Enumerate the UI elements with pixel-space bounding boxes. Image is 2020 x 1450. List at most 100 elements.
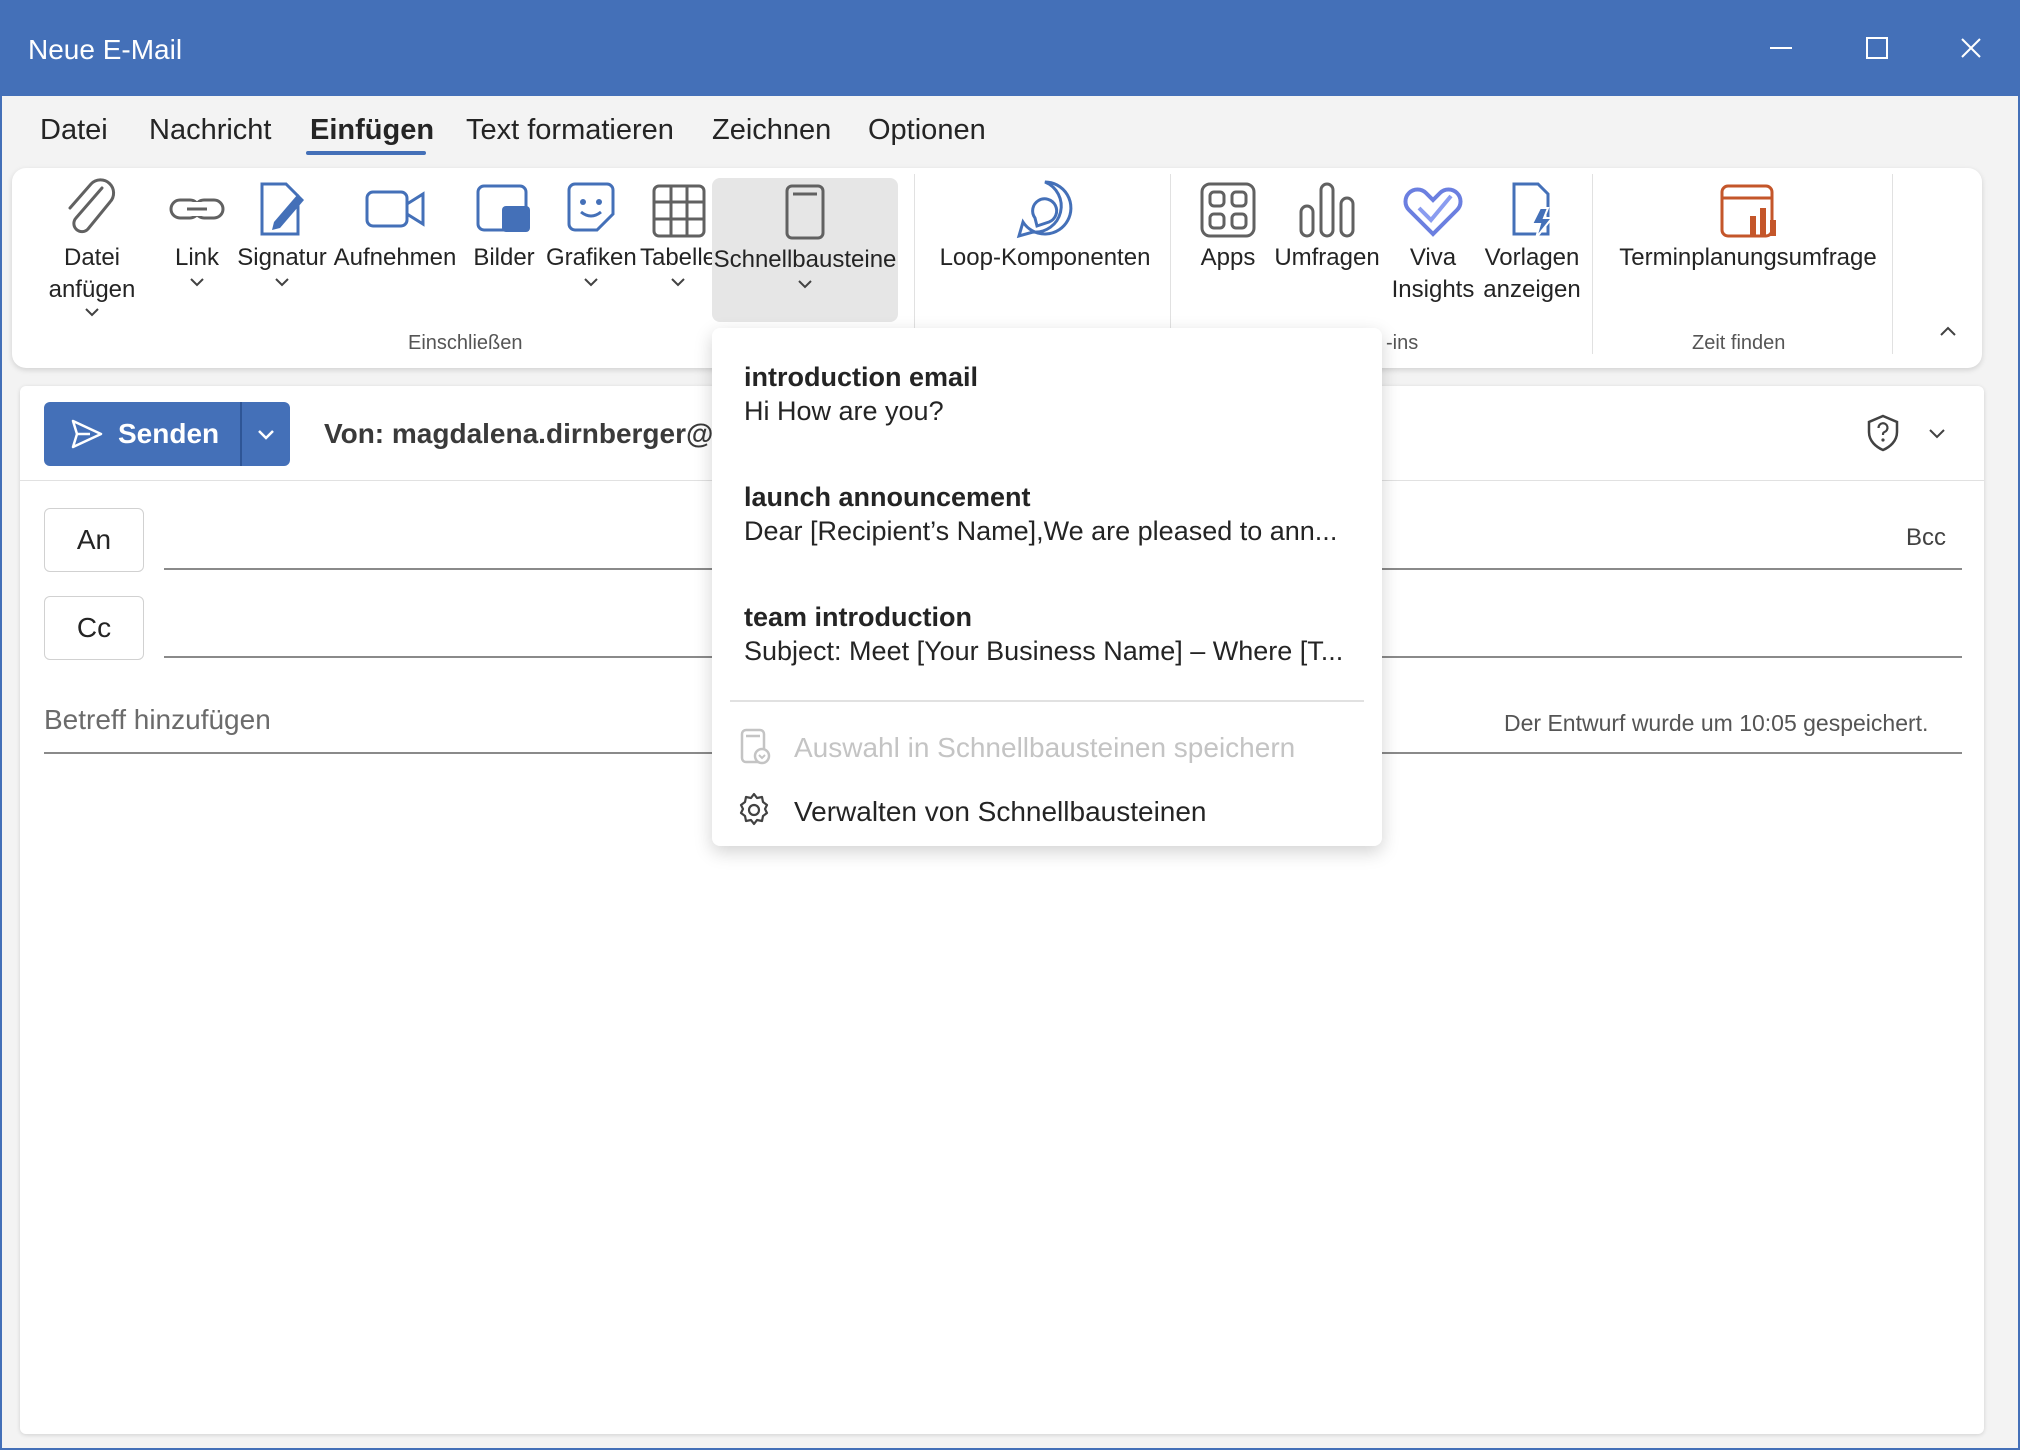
attach-file-label-row: anfügen bbox=[22, 274, 162, 318]
quick-parts-label: Schnellbausteine bbox=[713, 246, 897, 273]
template-icon bbox=[1512, 182, 1555, 239]
loop-icon bbox=[1016, 180, 1073, 239]
quick-part-preview: Subject: Meet [Your Business Name] – Whe… bbox=[744, 636, 1344, 666]
quick-part-title: launch announcement bbox=[744, 482, 1031, 512]
polls-label: Umfragen bbox=[1274, 244, 1380, 271]
viva-label-1: Viva bbox=[1409, 244, 1457, 271]
title-bar: Neue E-Mail bbox=[2, 0, 2020, 96]
record-label: Aufnehmen bbox=[333, 244, 457, 271]
quick-part-title: introduction email bbox=[744, 362, 979, 392]
send-button[interactable]: Senden bbox=[44, 402, 240, 466]
loop-components-button[interactable]: Loop-Komponenten bbox=[932, 178, 1158, 338]
close-button[interactable] bbox=[1926, 18, 2016, 78]
quick-part-item[interactable]: launch announcement Dear [Recipient’s Na… bbox=[712, 482, 1382, 592]
video-camera-icon bbox=[365, 190, 425, 228]
send-options-button[interactable] bbox=[240, 402, 290, 466]
graphics-label: Grafiken bbox=[546, 244, 637, 271]
collapse-ribbon-button[interactable] bbox=[1938, 324, 1958, 343]
pictures-button[interactable]: Bilder bbox=[464, 178, 544, 338]
tab-datei[interactable]: Datei bbox=[40, 114, 108, 147]
link-button[interactable]: Link bbox=[162, 178, 232, 338]
viva-insights-icon bbox=[1403, 187, 1463, 237]
shield-question-icon bbox=[1867, 414, 1899, 452]
quick-parts-dropdown: introduction email Hi How are you? launc… bbox=[712, 328, 1382, 846]
dropdown-separator bbox=[730, 700, 1364, 702]
group-label-find-time: Zeit finden bbox=[1692, 332, 1786, 354]
quick-part-item[interactable]: team introduction Subject: Meet [Your Bu… bbox=[712, 602, 1382, 712]
sensitivity-button[interactable] bbox=[1866, 414, 1900, 457]
chevron-down-icon bbox=[584, 278, 598, 287]
chevron-down-icon bbox=[1929, 429, 1945, 439]
image-icon bbox=[476, 184, 530, 232]
chevron-down-icon bbox=[190, 278, 204, 287]
attach-file-button[interactable]: Datei anfügen bbox=[22, 178, 162, 338]
loop-label: Loop-Komponenten bbox=[939, 244, 1151, 271]
from-field[interactable]: Von: magdalena.dirnberger@u bbox=[324, 418, 730, 450]
ribbon-separator bbox=[1170, 174, 1171, 354]
quick-part-preview: Hi How are you? bbox=[744, 396, 944, 426]
record-button[interactable]: Aufnehmen bbox=[330, 178, 460, 338]
send-button-group: Senden bbox=[44, 402, 290, 466]
ribbon-separator bbox=[914, 174, 915, 354]
chevron-down-icon bbox=[85, 308, 99, 317]
apps-grid-icon bbox=[1200, 182, 1256, 238]
pictures-label: Bilder bbox=[473, 244, 535, 271]
chevron-down-icon bbox=[258, 430, 274, 440]
apps-label: Apps bbox=[1200, 244, 1256, 271]
quick-parts-button[interactable]: Schnellbausteine bbox=[712, 178, 898, 322]
minimize-button[interactable] bbox=[1736, 18, 1826, 78]
send-icon bbox=[71, 419, 103, 449]
active-tab-indicator bbox=[306, 151, 426, 155]
sensitivity-dropdown[interactable] bbox=[1928, 426, 1946, 444]
quick-part-title: team introduction bbox=[744, 602, 972, 632]
tab-optionen[interactable]: Optionen bbox=[868, 114, 986, 147]
chevron-up-icon bbox=[1940, 326, 1956, 336]
save-selection-to-quick-parts[interactable]: Auswahl in Schnellbausteinen speichern bbox=[712, 718, 1382, 774]
ribbon-separator bbox=[1892, 174, 1893, 354]
gear-icon bbox=[739, 792, 769, 826]
chevron-down-icon bbox=[671, 278, 685, 287]
save-selection-label: Auswahl in Schnellbausteinen speichern bbox=[794, 732, 1296, 763]
menu-bar: Datei Nachricht Einfügen Text formatiere… bbox=[2, 96, 2020, 166]
maximize-button[interactable] bbox=[1832, 18, 1922, 78]
tab-einfuegen[interactable]: Einfügen bbox=[310, 114, 434, 147]
tab-nachricht[interactable]: Nachricht bbox=[149, 114, 272, 147]
quick-part-item[interactable]: introduction email Hi How are you? bbox=[712, 362, 1382, 472]
sticker-icon bbox=[567, 182, 615, 232]
manage-quick-parts-label: Verwalten von Schnellbausteinen bbox=[794, 796, 1207, 827]
window-title: Neue E-Mail bbox=[28, 34, 183, 65]
table-label: Tabelle bbox=[639, 244, 717, 271]
polls-button[interactable]: Umfragen bbox=[1272, 178, 1382, 338]
compose-window: Neue E-Mail Datei Nachricht Einfügen Tex… bbox=[0, 0, 2020, 1450]
minimize-icon bbox=[1770, 47, 1792, 49]
signature-button[interactable]: Signatur bbox=[234, 178, 330, 338]
paperclip-icon bbox=[68, 178, 116, 234]
send-label: Senden bbox=[118, 418, 220, 449]
manage-quick-parts[interactable]: Verwalten von Schnellbausteinen bbox=[712, 782, 1382, 838]
graphics-button[interactable]: Grafiken bbox=[546, 178, 637, 338]
link-icon bbox=[169, 198, 225, 220]
calendar-poll-icon bbox=[1720, 184, 1776, 238]
scheduling-poll-button[interactable]: Terminplanungsumfrage bbox=[1610, 178, 1886, 338]
scheduling-poll-label: Terminplanungsumfrage bbox=[1619, 244, 1877, 271]
maximize-icon bbox=[1866, 37, 1888, 59]
to-button[interactable]: An bbox=[44, 508, 144, 572]
cc-button[interactable]: Cc bbox=[44, 596, 144, 660]
quick-parts-icon bbox=[785, 184, 825, 240]
view-templates-button[interactable]: Vorlagen anzeigen bbox=[1482, 178, 1582, 338]
table-button[interactable]: Tabelle bbox=[638, 178, 718, 338]
bcc-button[interactable]: Bcc bbox=[1906, 524, 1946, 552]
tab-text-formatieren[interactable]: Text formatieren bbox=[466, 114, 674, 147]
templates-label-1: Vorlagen bbox=[1484, 244, 1580, 271]
link-label: Link bbox=[174, 244, 220, 271]
tab-zeichnen[interactable]: Zeichnen bbox=[712, 114, 831, 147]
apps-button[interactable]: Apps bbox=[1188, 178, 1268, 338]
viva-insights-button[interactable]: Viva Insights bbox=[1384, 178, 1482, 338]
viva-label-2: Insights bbox=[1391, 276, 1475, 303]
quick-part-preview: Dear [Recipient’s Name],We are pleased t… bbox=[744, 516, 1338, 546]
draft-saved-status: Der Entwurf wurde um 10:05 gespeichert. bbox=[1504, 710, 1929, 736]
group-label-include: Einschließen bbox=[408, 332, 523, 354]
subject-input[interactable]: Betreff hinzufügen bbox=[44, 704, 271, 736]
chevron-down-icon bbox=[275, 278, 289, 287]
attach-file-label-2: anfügen bbox=[48, 276, 136, 303]
